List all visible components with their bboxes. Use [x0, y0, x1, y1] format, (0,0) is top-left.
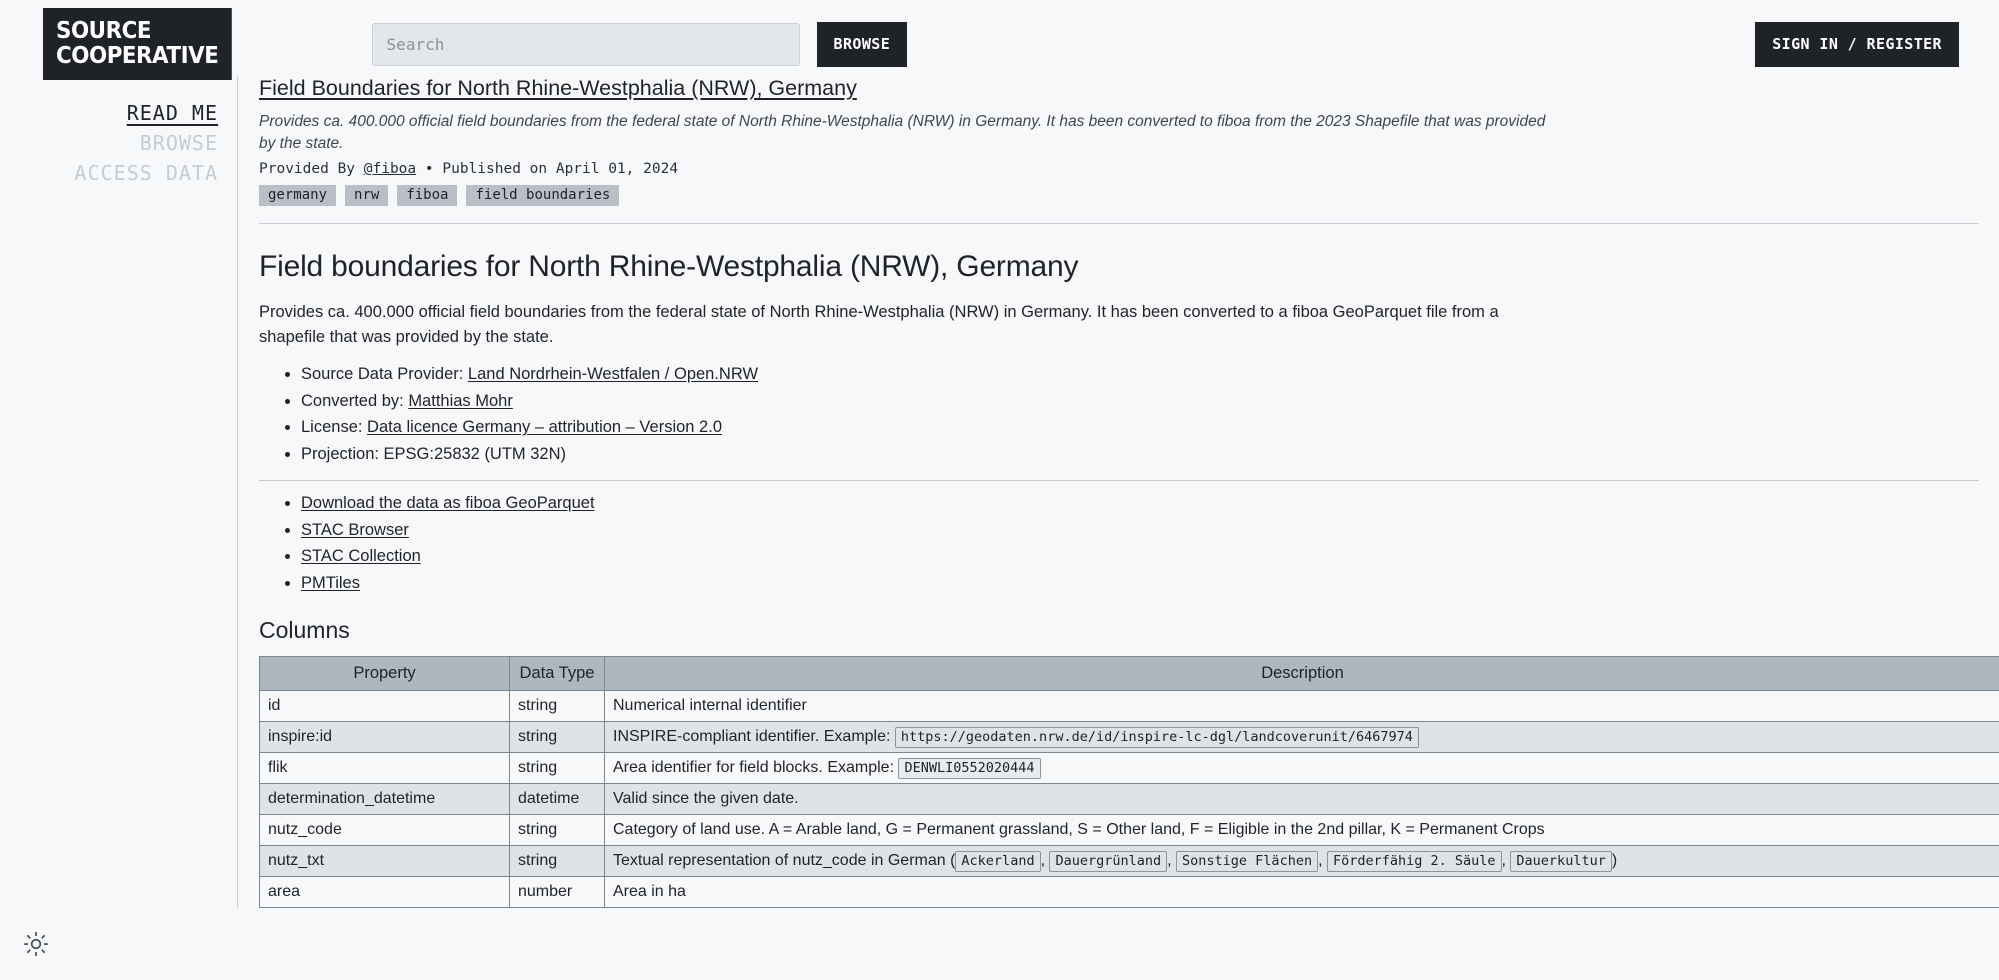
code-snippet: Ackerland — [955, 851, 1040, 872]
cell-data-type: string — [510, 815, 605, 846]
readme-body: Field boundaries for North Rhine-Westpha… — [259, 224, 1979, 908]
published-date: Published on April 01, 2024 — [442, 161, 678, 177]
cell-data-type: datetime — [510, 784, 605, 815]
logo-line-1: SOURCE — [56, 18, 151, 44]
page-root: SOURCE COOPERATIVE BROWSE SIGN IN / REGI… — [0, 0, 1999, 980]
code-snippet: Sonstige Flächen — [1176, 851, 1318, 872]
cell-property: area — [260, 877, 510, 908]
cell-property: id — [260, 691, 510, 722]
cell-data-type: string — [510, 846, 605, 877]
search-input[interactable] — [372, 23, 800, 66]
cell-property: inspire:id — [260, 722, 510, 753]
cell-description: Area identifier for field blocks. Exampl… — [605, 753, 1999, 784]
columns-table: Property Data Type Description idstringN… — [259, 656, 1999, 908]
sidebar-item-browse[interactable]: BROWSE — [0, 130, 218, 160]
cell-data-type: string — [510, 753, 605, 784]
list-item-stac-collection: STAC Collection — [301, 544, 1979, 569]
code-snippet: DENWLI0552020444 — [898, 758, 1040, 779]
readme-heading: Field boundaries for North Rhine-Westpha… — [259, 250, 1979, 284]
cell-property: nutz_txt — [260, 846, 510, 877]
table-head: Property Data Type Description — [260, 657, 1999, 691]
cell-description: Textual representation of nutz_code in G… — [605, 846, 1999, 877]
code-snippet: Förderfähig 2. Säule — [1327, 851, 1502, 872]
column-header-property: Property — [260, 657, 510, 691]
table-row: nutz_txtstringTextual representation of … — [260, 846, 1999, 877]
list-item-converted-by: Converted by: Matthias Mohr — [301, 389, 1979, 414]
code-snippet: Dauerkultur — [1510, 851, 1611, 872]
readme-links-list: Download the data as fiboa GeoParquet ST… — [259, 491, 1979, 595]
provider-handle-link[interactable]: @fiboa — [364, 161, 416, 177]
list-item-download: Download the data as fiboa GeoParquet — [301, 491, 1979, 516]
sidebar-item-read-me[interactable]: READ ME — [0, 100, 218, 130]
provided-by-label: Provided By — [259, 161, 364, 177]
cell-property: nutz_code — [260, 815, 510, 846]
dataset-meta: Provided By @fiboa • Published on April … — [259, 161, 1979, 177]
source-provider-link[interactable]: Land Nordrhein-Westfalen / Open.NRW — [468, 365, 758, 383]
fact-label-source: Source Data Provider: — [301, 365, 468, 383]
table-row: nutz_codestringCategory of land use. A =… — [260, 815, 1999, 846]
readme-facts-list: Source Data Provider: Land Nordrhein-Wes… — [259, 362, 1979, 466]
tag-germany[interactable]: germany — [259, 185, 336, 206]
table-row: flikstringArea identifier for field bloc… — [260, 753, 1999, 784]
code-snippet: Dauergrünland — [1049, 851, 1167, 872]
tag-field-boundaries[interactable]: field boundaries — [466, 185, 619, 206]
table-header-row: Property Data Type Description — [260, 657, 1999, 691]
readme-intro: Provides ca. 400.000 official field boun… — [259, 300, 1549, 350]
sign-in-register-button[interactable]: SIGN IN / REGISTER — [1755, 22, 1959, 67]
converted-by-link[interactable]: Matthias Mohr — [408, 392, 513, 410]
sidebar-nav: READ ME BROWSE ACCESS DATA — [0, 100, 218, 190]
dataset-description: Provides ca. 400.000 official field boun… — [259, 111, 1549, 155]
column-header-data-type: Data Type — [510, 657, 605, 691]
column-header-description: Description — [605, 657, 1999, 691]
sidebar-item-access-data[interactable]: ACCESS DATA — [0, 160, 218, 190]
stac-collection-link[interactable]: STAC Collection — [301, 547, 421, 565]
stac-browser-link[interactable]: STAC Browser — [301, 521, 409, 539]
tag-fiboa[interactable]: fiboa — [397, 185, 457, 206]
list-item-projection: Projection: EPSG:25832 (UTM 32N) — [301, 442, 1979, 467]
cell-description: Valid since the given date. — [605, 784, 1999, 815]
pmtiles-link[interactable]: PMTiles — [301, 574, 360, 592]
license-link[interactable]: Data licence Germany – attribution – Ver… — [367, 418, 722, 436]
cell-description: Category of land use. A = Arable land, G… — [605, 815, 1999, 846]
links-divider — [259, 480, 1979, 481]
tag-nrw[interactable]: nrw — [345, 185, 388, 206]
main-content: Field Boundaries for North Rhine-Westpha… — [237, 76, 1979, 908]
cell-data-type: number — [510, 877, 605, 908]
table-row: idstringNumerical internal identifier — [260, 691, 1999, 722]
table-body: idstringNumerical internal identifierins… — [260, 691, 1999, 908]
table-row: determination_datetimedatetimeValid sinc… — [260, 784, 1999, 815]
fact-label-license: License: — [301, 418, 367, 436]
cell-data-type: string — [510, 691, 605, 722]
cell-property: determination_datetime — [260, 784, 510, 815]
cell-description: Area in ha — [605, 877, 1999, 908]
dataset-title-link[interactable]: Field Boundaries for North Rhine-Westpha… — [259, 76, 857, 101]
meta-separator: • — [416, 161, 442, 177]
download-geoparquet-link[interactable]: Download the data as fiboa GeoParquet — [301, 494, 595, 512]
table-row: areanumberArea in ha — [260, 877, 1999, 908]
code-snippet: https://geodaten.nrw.de/id/inspire-lc-dg… — [895, 727, 1419, 748]
cell-data-type: string — [510, 722, 605, 753]
columns-heading: Columns — [259, 617, 1979, 644]
logo[interactable]: SOURCE COOPERATIVE — [43, 8, 231, 79]
list-item-pmtiles: PMTiles — [301, 571, 1979, 596]
fact-label-converted: Converted by: — [301, 392, 408, 410]
table-row: inspire:idstringINSPIRE-compliant identi… — [260, 722, 1999, 753]
list-item-license: License: Data licence Germany – attribut… — [301, 415, 1979, 440]
cell-description: Numerical internal identifier — [605, 691, 1999, 722]
sun-icon[interactable] — [20, 928, 52, 960]
tag-list: germany nrw fiboa field boundaries — [259, 185, 1979, 206]
list-item-source-data-provider: Source Data Provider: Land Nordrhein-Wes… — [301, 362, 1979, 387]
app-header: SOURCE COOPERATIVE BROWSE SIGN IN / REGI… — [0, 0, 1999, 88]
logo-line-2: COOPERATIVE — [56, 44, 218, 68]
fact-label-projection: Projection: EPSG:25832 (UTM 32N) — [301, 445, 566, 463]
cell-description: INSPIRE-compliant identifier. Example: h… — [605, 722, 1999, 753]
browse-button[interactable]: BROWSE — [817, 22, 908, 67]
cell-property: flik — [260, 753, 510, 784]
list-item-stac-browser: STAC Browser — [301, 518, 1979, 543]
